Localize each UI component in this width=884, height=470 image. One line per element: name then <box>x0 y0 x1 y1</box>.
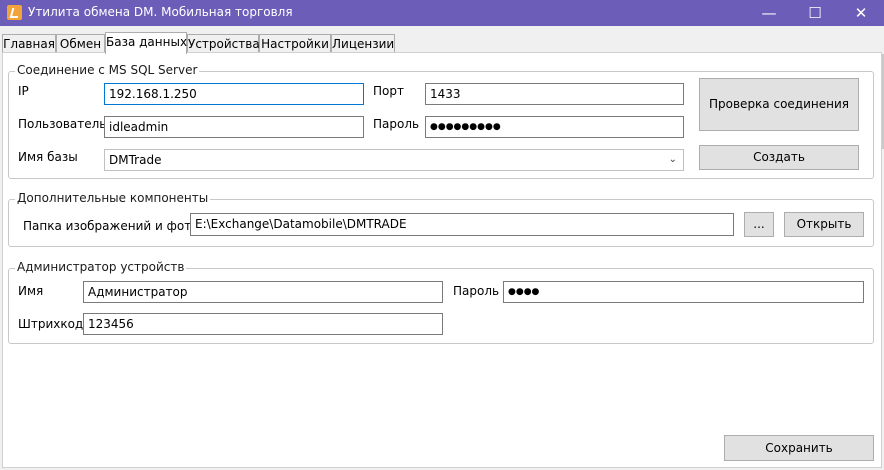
barcode-input[interactable]: 123456 <box>83 313 443 335</box>
connection-group-title: Соединение с MS SQL Server <box>15 63 200 77</box>
admin-password-label: Пароль <box>453 284 500 298</box>
port-input[interactable]: 1433 <box>425 83 684 105</box>
app-logo-icon <box>7 5 22 20</box>
admin-name-input[interactable]: Администратор <box>83 281 443 303</box>
tab-main[interactable]: Главная <box>2 34 56 52</box>
password-input[interactable]: ●●●●●●●●● <box>425 116 684 138</box>
ip-label: IP <box>18 84 29 98</box>
admin-password-input[interactable]: ●●●● <box>503 281 864 303</box>
chevron-down-icon: ⌄ <box>668 154 677 165</box>
tab-database[interactable]: База данных <box>105 32 187 54</box>
barcode-label: Штрихкод <box>18 317 84 331</box>
tab-devices[interactable]: Устройства <box>187 34 260 52</box>
ip-input[interactable]: 192.168.1.250 <box>104 83 364 105</box>
save-button[interactable]: Сохранить <box>724 435 874 461</box>
folder-label: Папка изображений и фото <box>23 219 199 233</box>
tab-exchange[interactable]: Обмен <box>56 34 105 52</box>
minimize-button[interactable]: — <box>746 0 792 26</box>
connection-group: Соединение с MS SQL Server IP 192.168.1.… <box>8 63 874 179</box>
password-label: Пароль <box>373 117 420 131</box>
admin-name-label: Имя <box>18 284 44 298</box>
db-label: Имя базы <box>18 150 78 164</box>
components-group: Дополнительные компоненты Папка изображе… <box>8 191 874 247</box>
title-bar: Утилита обмена DM. Мобильная торговля — … <box>0 0 884 26</box>
admin-group-title: Администратор устройств <box>15 260 187 274</box>
components-group-title: Дополнительные компоненты <box>15 191 211 205</box>
db-select-value: DMTrade <box>109 153 162 167</box>
folder-input[interactable]: E:\Exchange\Datamobile\DMTRADE <box>190 213 734 236</box>
database-tab-page: Соединение с MS SQL Server IP 192.168.1.… <box>2 52 882 468</box>
db-select[interactable]: DMTrade ⌄ <box>104 149 684 171</box>
window-title: Утилита обмена DM. Мобильная торговля <box>28 5 293 19</box>
admin-group: Администратор устройств Имя Администрато… <box>8 260 874 344</box>
close-button[interactable]: ✕ <box>838 0 884 26</box>
tab-settings[interactable]: Настройки <box>259 34 331 52</box>
user-input[interactable]: idleadmin <box>104 116 364 138</box>
maximize-button[interactable]: ☐ <box>792 0 838 26</box>
check-connection-button[interactable]: Проверка соединения <box>699 78 859 131</box>
create-button[interactable]: Создать <box>699 145 859 170</box>
open-button[interactable]: Открыть <box>784 212 864 237</box>
browse-button[interactable]: ... <box>744 212 774 237</box>
port-label: Порт <box>373 84 404 98</box>
tab-licenses[interactable]: Лицензии <box>331 34 395 52</box>
user-label: Пользователь <box>18 117 107 131</box>
